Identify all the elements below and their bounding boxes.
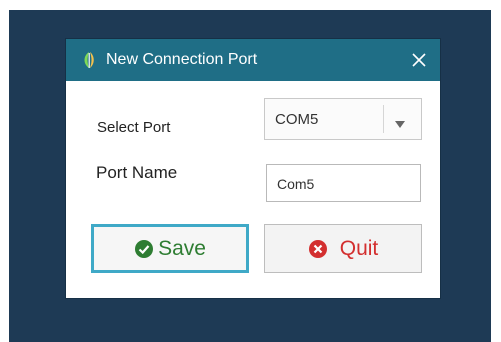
check-circle-icon: [134, 239, 154, 259]
port-select[interactable]: COM5: [264, 98, 422, 140]
leaf-logo-icon: [79, 50, 99, 70]
port-name-value: Com5: [277, 176, 315, 192]
select-divider: [383, 105, 384, 133]
dialog-title: New Connection Port: [106, 51, 258, 68]
quit-button-label: Quit: [339, 236, 379, 260]
quit-button[interactable]: Quit: [264, 224, 422, 273]
close-button[interactable]: [398, 39, 440, 81]
save-button-label: Save: [158, 236, 206, 260]
dialog-titlebar: New Connection Port: [66, 39, 440, 81]
port-select-value: COM5: [275, 111, 319, 128]
select-port-label: Select Port: [97, 119, 171, 136]
new-connection-dialog: New Connection Port Select Port COM5 Por…: [66, 39, 440, 298]
x-circle-icon: [308, 239, 328, 259]
port-name-input[interactable]: Com5: [266, 164, 421, 202]
chevron-down-icon: [395, 115, 405, 133]
close-icon: [412, 53, 426, 67]
port-name-label: Port Name: [96, 163, 178, 182]
save-button[interactable]: Save: [91, 224, 249, 273]
